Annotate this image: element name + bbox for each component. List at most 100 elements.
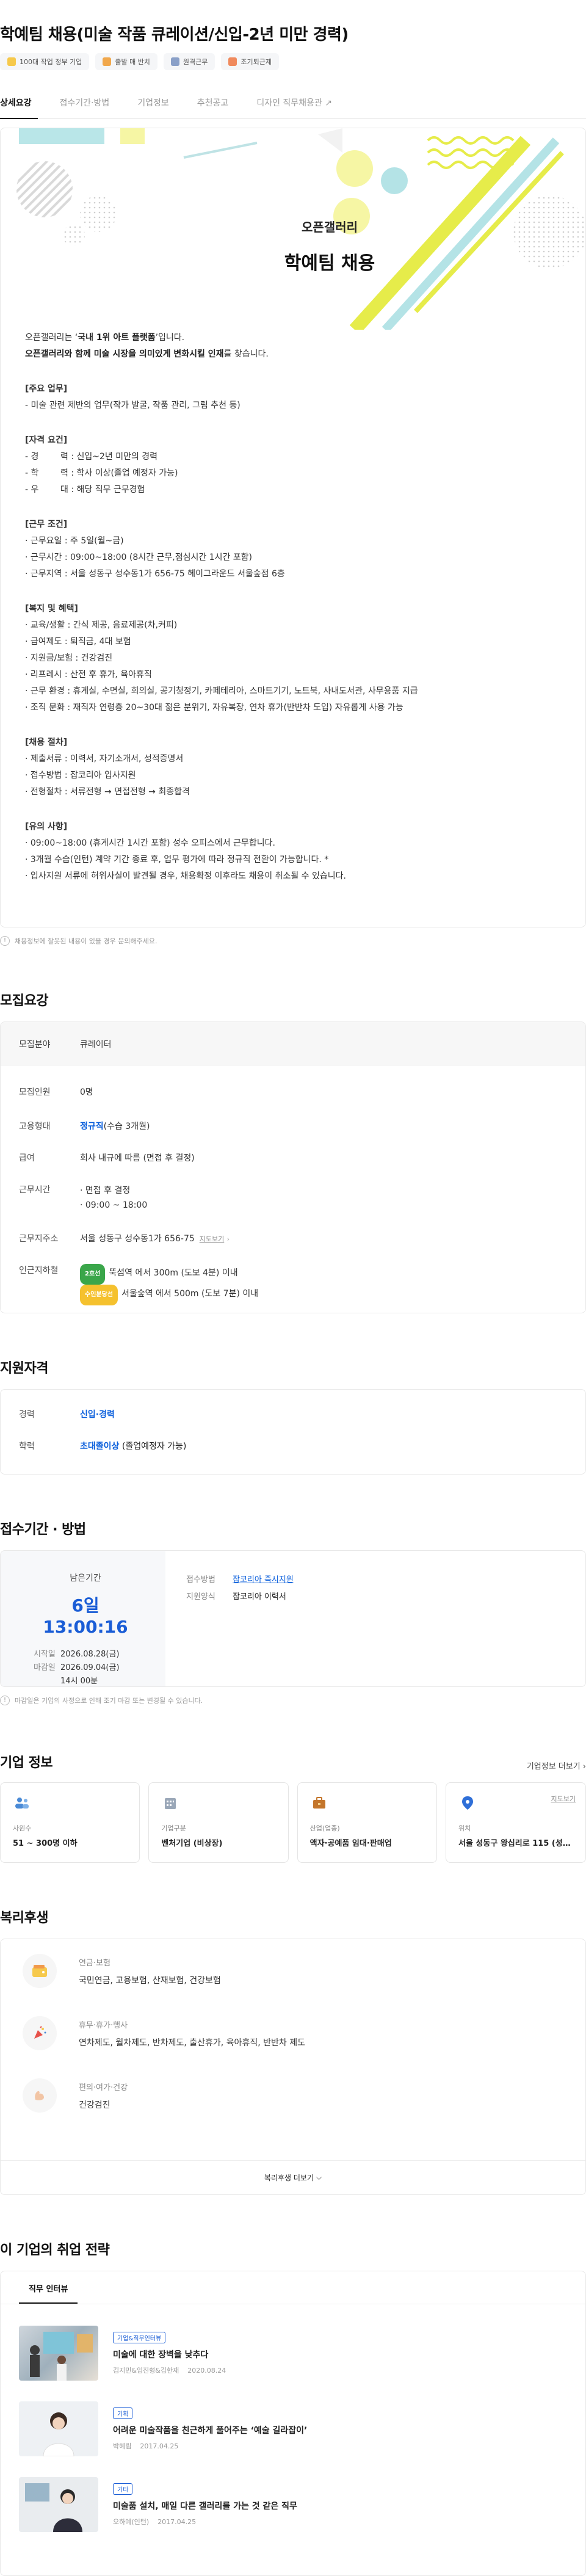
section-heading: [근무 조건] — [25, 520, 68, 529]
job-title: 학예팀 채용(미술 작품 큐레이션/신입-2년 미만 경력) — [0, 26, 349, 44]
welfare-box: 연금·보험 국민연금, 고용보험, 산재보험, 건강보험 휴무·휴가·행사 연차… — [0, 1939, 586, 2195]
external-link-icon: ↗ — [325, 98, 333, 108]
building-icon — [161, 1794, 179, 1812]
detail-line: - 우 대 : 해당 직무 근무경험 — [25, 485, 145, 495]
qualification-title: 지원자격 — [0, 1361, 48, 1376]
recruit-row-type: 고용형태 정규직(수습 3개월) — [19, 1122, 150, 1131]
detail-line: · 근무요일 : 주 5일(월~금) — [25, 536, 124, 546]
article-item[interactable]: 기획 어려운 미술작품을 친근하게 풀어주는 ‘예술 길라잡이’ 박혜림 2017… — [19, 2380, 585, 2456]
detail-line: · 근무지역 : 서울 성동구 성수동1가 656-75 헤이그라운드 서울숲점… — [25, 569, 285, 579]
article-item[interactable]: 기업&직무인터뷰 미술에 대한 장벽을 낮추다 김지민&임진형&김한재 2020.… — [19, 2304, 585, 2381]
page: 학예팀 채용(미술 작품 큐레이션/신입-2년 미만 경력) 100대 작업 정… — [0, 0, 586, 2576]
company-info-header: 기업 정보 기업정보 더보기 › — [0, 1752, 586, 1771]
article-badge: 기획 — [113, 2407, 133, 2419]
intro-line-2: 오픈갤러리와 함께 미술 시장을 의미있게 변화시킬 인재를 찾습니다. — [25, 349, 269, 359]
job-tag: 조기퇴근제 — [221, 53, 280, 70]
badge-icon — [103, 57, 112, 66]
section-heading: [채용 절차] — [25, 738, 68, 747]
strategy-title: 이 기업의 취업 전략 — [0, 2243, 110, 2258]
job-tags: 100대 작업 정부 기업 출발 매 반치 원격근무 조기퇴근제 — [0, 49, 586, 80]
recruit-row-address: 근무지주소 서울 성동구 성수동1가 656-75 지도보기 › — [19, 1234, 230, 1244]
welfare-item: 연금·보험 국민연금, 고용보험, 산재보험, 건강보험 — [23, 1954, 563, 2016]
recruit-row-hours: 근무시간 · 면접 후 결정 · 09:00 ~ 18:00 — [19, 1185, 148, 1210]
company-info-title: 기업 정보 — [0, 1755, 53, 1771]
section-heading: [주요 업무] — [25, 384, 68, 394]
article-item[interactable]: 기타 미술품 설치, 매일 다른 갤러리를 가는 것 같은 직무 오하예(인턴)… — [19, 2456, 585, 2532]
detail-line: - 학 력 : 학사 이상(졸업 예정자 가능) — [25, 468, 178, 478]
detail-line: · 3개월 수습(인턴) 계약 기간 종료 후, 업무 평가에 따라 정규직 전… — [25, 855, 329, 865]
bundang-line-badge: 수인분당선 — [80, 1285, 118, 1305]
building-icon — [170, 57, 179, 66]
welfare-more-button[interactable]: 복리후생 더보기 ⌵ — [1, 2160, 585, 2194]
section-heading: [유의 사항] — [25, 822, 68, 832]
detail-notice: ! 채용정보에 잘못된 내용이 있을 경우 문의해주세요. — [0, 936, 586, 946]
company-cards: 사원수 51 ~ 300명 이하 기업구분 벤처기업 (비상장) 산업(업종) … — [0, 1782, 586, 1863]
detail-line: · 지원금/보험 : 건강검진 — [25, 653, 113, 663]
welfare-item: 편의·여가·건강 건강검진 — [23, 2078, 563, 2141]
tab-design-jobs[interactable]: 디자인 직무채용관 ↗ — [256, 96, 332, 118]
recruit-title: 모집요강 — [0, 993, 48, 1009]
people-icon — [13, 1794, 31, 1812]
detail-text: 오픈갤러리는 ‘국내 1위 아트 플랫폼’입니다. 오픈갤러리와 함께 미술 시… — [1, 330, 585, 885]
job-tag: 원격근무 — [163, 53, 215, 70]
wallet-icon — [23, 1954, 57, 1988]
detail-line: · 조직 문화 : 재직자 연령층 20~30대 젊은 분위기, 자유복장, 연… — [25, 703, 403, 713]
article-thumbnail — [19, 2401, 98, 2456]
recruit-table: 모집분야 큐레이터 모집인원 0명 고용형태 정규직(수습 3개월) 급여 회사… — [0, 1021, 586, 1313]
detail-line: · 급여제도 : 퇴직금, 4대 보험 — [25, 637, 131, 647]
intro-line-1: 오픈갤러리는 ‘국내 1위 아트 플랫폼’입니다. — [25, 333, 185, 343]
muscle-icon — [23, 2078, 57, 2113]
detail-line: · 전형절차 : 서류전형 → 면접전형 → 최종합격 — [25, 787, 190, 797]
tab-job-interview[interactable]: 직무 인터뷰 — [19, 2282, 78, 2304]
address-map-link[interactable]: 지도보기 — [200, 1235, 224, 1243]
company-card-type: 기업구분 벤처기업 (비상장) — [148, 1782, 289, 1863]
apply-title: 접수기간 · 방법 — [0, 1522, 86, 1537]
chevron-right-icon: › — [226, 1235, 230, 1243]
tab-recommended[interactable]: 추천공고 — [197, 96, 229, 118]
detail-line: · 리프레시 : 산전 후 휴가, 육아휴직 — [25, 670, 152, 680]
detail-line: · 근무시간 : 09:00~18:00 (8시간 근무,점심시간 1시간 포함… — [25, 553, 253, 562]
hero-company-name: 오픈갤러리 — [302, 220, 358, 234]
job-tag: 100대 작업 정부 기업 — [0, 53, 90, 70]
article-thumbnail — [19, 2326, 98, 2381]
qualification-box: 경력 신입·경력 학력 초대졸이상 (졸업예정자 가능) — [0, 1389, 586, 1475]
award-icon — [7, 57, 16, 66]
quick-apply-link[interactable]: 잡코리아 즉시지원 — [233, 1575, 294, 1584]
section-tabs: 상세요강 접수기간·방법 기업정보 추천공고 디자인 직무채용관 ↗ — [0, 86, 586, 119]
welfare-title: 복리후생 — [0, 1910, 48, 1926]
company-card-location: 지도보기 위치 서울 성동구 왕십리로 115 (성수… — [445, 1782, 586, 1863]
section-heading: [복지 및 혜택] — [25, 604, 78, 614]
article-badge: 기타 — [113, 2483, 133, 2495]
section-heading: [자격 요건] — [25, 435, 68, 445]
tab-detail[interactable]: 상세요강 — [0, 96, 37, 119]
info-icon: ! — [0, 1696, 10, 1705]
detail-line: - 경 력 : 신입~2년 미만의 경력 — [25, 452, 158, 462]
briefcase-icon — [310, 1794, 328, 1812]
tab-company-info[interactable]: 기업정보 — [137, 96, 169, 118]
recruit-row-station: 인근지하철 2호선 뚝섬역 에서 300m (도보 4분) 이내 수인분당선 서울숲… — [1, 1264, 585, 1313]
apply-dates: 시작일 2026.08.28(금) 마감일 2026.09.04(금) 14시 00… — [34, 1650, 120, 1686]
job-tag: 출발 매 반치 — [95, 53, 157, 70]
recruit-row-count: 모집인원 0명 — [19, 1087, 93, 1097]
welfare-item: 휴무·휴가·행사 연차제도, 월차제도, 반차제도, 출산휴가, 육아휴직, 반… — [23, 2016, 563, 2078]
job-detail-box: 오픈갤러리 학예팀 채용 오픈갤러리는 ‘국내 1위 아트 플랫폼’입니다. 오… — [0, 128, 586, 927]
chevron-down-icon: ⌵ — [316, 2173, 322, 2182]
detail-line: - 미술 관련 제반의 업무(작가 발굴, 작품 관리, 그림 추천 등) — [25, 401, 241, 410]
hero-banner: 오픈갤러리 학예팀 채용 — [1, 128, 585, 330]
location-map-link[interactable]: 지도보기 — [551, 1794, 576, 1804]
apply-box: 남은기간 6일 13:00:16 시작일 2026.08.28(금) 마감일 202… — [0, 1550, 586, 1687]
detail-line: · 09:00~18:00 (휴게시간 1시간 포함) 성수 오피스에서 근무합… — [25, 838, 275, 848]
party-popper-icon — [23, 2016, 57, 2050]
article-thumbnail — [19, 2477, 98, 2532]
detail-line: · 근무 환경 : 휴게실, 수면실, 회의실, 공기청정기, 카페테리아, 스… — [25, 686, 418, 696]
company-card-industry: 산업(업종) 액자·공예품 임대·판매업 — [297, 1782, 437, 1863]
company-more-link[interactable]: 기업정보 더보기 › — [527, 1760, 586, 1771]
apply-method: 접수방법 잡코리아 즉시지원 지원양식 잡코리아 이력서 — [186, 1575, 294, 1602]
strategy-tabs: 직무 인터뷰 — [1, 2271, 585, 2304]
clock-icon — [228, 57, 237, 66]
qual-row-career: 경력 신입·경력 — [19, 1410, 115, 1420]
apply-countdown: 남은기간 6일 13:00:16 시작일 2026.08.28(금) 마감일 202… — [1, 1551, 165, 1686]
strategy-box: 직무 인터뷰 기업&직무인터뷰 미술에 대한 장벽을 낮추다 김지민&임진형&김… — [0, 2271, 586, 2576]
company-card-employees: 사원수 51 ~ 300명 이하 — [0, 1782, 140, 1863]
tab-apply-period[interactable]: 접수기간·방법 — [60, 96, 110, 118]
